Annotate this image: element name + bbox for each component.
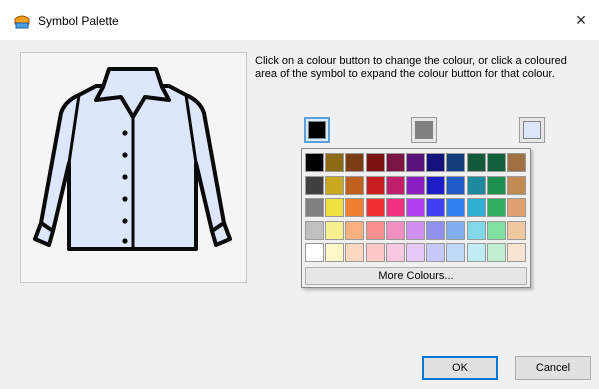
palette-colour-cell[interactable] bbox=[325, 198, 345, 217]
symbol-preview[interactable] bbox=[20, 52, 247, 283]
palette-colour-cell[interactable] bbox=[345, 220, 365, 240]
ok-button[interactable]: OK bbox=[422, 356, 498, 380]
palette-colour-cell[interactable] bbox=[507, 153, 526, 172]
palette-colour-cell[interactable] bbox=[466, 175, 486, 195]
palette-colour-cell[interactable] bbox=[486, 153, 506, 172]
palette-colour-cell[interactable] bbox=[305, 175, 324, 195]
palette-colour-cell[interactable] bbox=[365, 175, 385, 195]
palette-colour-cell[interactable] bbox=[486, 175, 506, 195]
colour-button-grey[interactable] bbox=[411, 117, 437, 143]
palette-colour-cell[interactable] bbox=[486, 198, 506, 217]
palette-colour-cell[interactable] bbox=[365, 198, 385, 217]
palette-colour-cell[interactable] bbox=[385, 175, 405, 195]
shirt-icon[interactable] bbox=[21, 53, 248, 284]
palette-colour-cell[interactable] bbox=[345, 175, 365, 195]
palette-colour-cell[interactable] bbox=[325, 153, 345, 172]
palette-colour-cell[interactable] bbox=[325, 220, 345, 240]
colour-swatch bbox=[523, 121, 541, 139]
palette-colour-cell[interactable] bbox=[446, 175, 466, 195]
palette-colour-cell[interactable] bbox=[426, 175, 446, 195]
close-icon: × bbox=[575, 10, 587, 30]
palette-colour-cell[interactable] bbox=[365, 220, 385, 240]
palette-colour-cell[interactable] bbox=[406, 175, 425, 195]
palette-colour-cell[interactable] bbox=[406, 243, 425, 262]
window-title: Symbol Palette bbox=[38, 14, 119, 28]
instructions-text: Click on a colour button to change the c… bbox=[255, 55, 567, 80]
palette-colour-cell[interactable] bbox=[385, 243, 405, 262]
palette-colour-cell[interactable] bbox=[486, 220, 506, 240]
more-colours-button[interactable]: More Colours... bbox=[305, 267, 527, 285]
palette-colour-cell[interactable] bbox=[507, 243, 526, 262]
palette-colour-cell[interactable] bbox=[345, 198, 365, 217]
palette-colour-cell[interactable] bbox=[345, 153, 365, 172]
palette-colour-cell[interactable] bbox=[466, 243, 486, 262]
palette-colour-cell[interactable] bbox=[305, 220, 324, 240]
palette-colour-cell[interactable] bbox=[446, 153, 466, 172]
palette-colour-cell[interactable] bbox=[385, 198, 405, 217]
palette-colour-cell[interactable] bbox=[426, 243, 446, 262]
palette-colour-cell[interactable] bbox=[385, 153, 405, 172]
palette-colour-cell[interactable] bbox=[406, 153, 425, 172]
palette-colour-cell[interactable] bbox=[305, 153, 324, 172]
palette-colour-cell[interactable] bbox=[305, 198, 324, 217]
colour-button-light-blue[interactable] bbox=[519, 117, 545, 143]
palette-colour-cell[interactable] bbox=[446, 243, 466, 262]
palette-colour-cell[interactable] bbox=[406, 220, 425, 240]
colour-button-black[interactable] bbox=[304, 117, 330, 143]
palette-colour-cell[interactable] bbox=[507, 220, 526, 240]
palette-colour-cell[interactable] bbox=[426, 153, 446, 172]
palette-colour-cell[interactable] bbox=[406, 198, 425, 217]
close-button[interactable]: × bbox=[563, 4, 599, 36]
palette-colour-cell[interactable] bbox=[426, 220, 446, 240]
palette-colour-cell[interactable] bbox=[325, 243, 345, 262]
app-icon bbox=[14, 15, 30, 29]
palette-colour-cell[interactable] bbox=[385, 220, 405, 240]
colour-palette-popup: More Colours... bbox=[301, 148, 531, 288]
palette-colour-cell[interactable] bbox=[426, 198, 446, 217]
palette-colour-cell[interactable] bbox=[507, 198, 526, 217]
palette-colour-cell[interactable] bbox=[345, 243, 365, 262]
palette-colour-cell[interactable] bbox=[365, 153, 385, 172]
colour-swatch bbox=[415, 121, 433, 139]
palette-colour-cell[interactable] bbox=[365, 243, 385, 262]
palette-colour-cell[interactable] bbox=[305, 243, 324, 262]
palette-colour-cell[interactable] bbox=[486, 243, 506, 262]
title-bar: Symbol Palette × bbox=[0, 0, 599, 40]
palette-colour-cell[interactable] bbox=[325, 175, 345, 195]
colour-swatch bbox=[308, 121, 326, 139]
palette-colour-cell[interactable] bbox=[507, 175, 526, 195]
palette-colour-cell[interactable] bbox=[466, 153, 486, 172]
cancel-button[interactable]: Cancel bbox=[515, 356, 591, 380]
palette-colour-cell[interactable] bbox=[466, 198, 486, 217]
palette-colour-cell[interactable] bbox=[446, 198, 466, 217]
palette-colour-cell[interactable] bbox=[466, 220, 486, 240]
palette-colour-cell[interactable] bbox=[446, 220, 466, 240]
